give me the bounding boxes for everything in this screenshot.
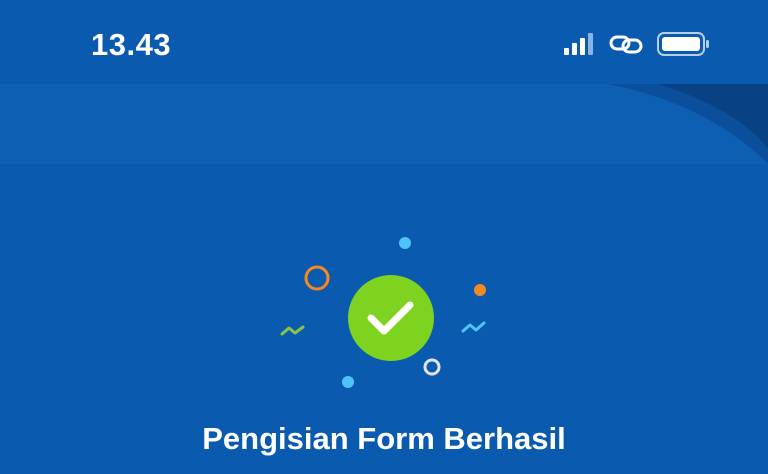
header-decoration [608, 84, 768, 164]
confetti-squiggle-green [280, 325, 305, 336]
status-icons [562, 30, 712, 62]
signal-icon [562, 31, 596, 62]
confetti-dot-blue-top [399, 237, 411, 249]
link-icon [608, 31, 644, 62]
battery-icon [656, 31, 712, 62]
confetti-ring-orange [304, 265, 330, 291]
confetti-dot-blue-bottom [342, 376, 354, 388]
status-time: 13.43 [91, 27, 172, 62]
success-illustration [270, 222, 500, 402]
header-band [0, 84, 768, 164]
confetti-dot-orange [474, 284, 486, 296]
confetti-squiggle-blue [461, 321, 486, 333]
result-title: Pengisian Form Berhasil [202, 421, 566, 456]
status-bar: 13.43 [0, 0, 768, 84]
confetti-ring-white [423, 358, 441, 376]
check-icon [348, 275, 434, 361]
